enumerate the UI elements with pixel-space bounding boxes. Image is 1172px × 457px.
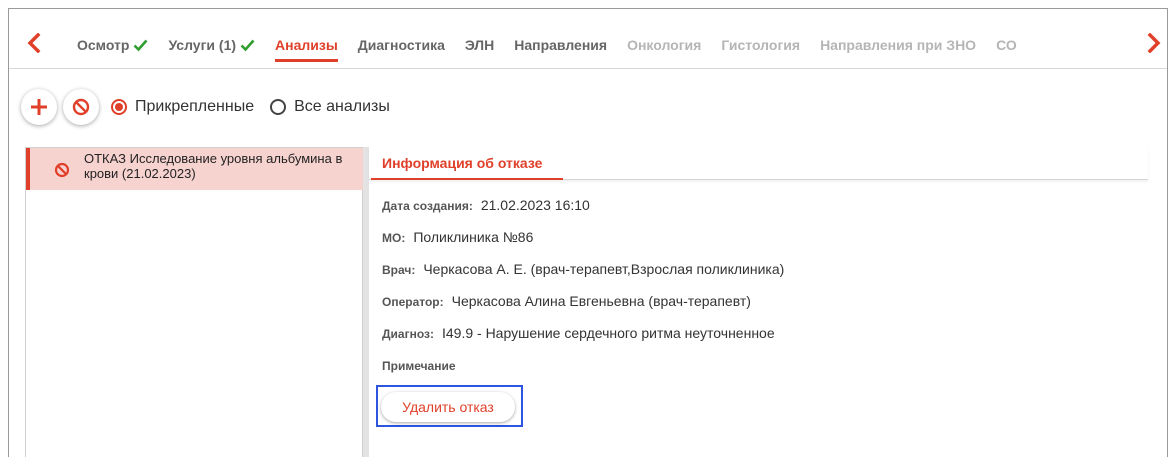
tab-napravleniya[interactable]: Направления xyxy=(514,37,607,63)
panel-header: Информация об отказе xyxy=(369,147,1148,180)
checkmark-icon xyxy=(133,38,148,52)
tab-label: Гистология xyxy=(721,37,801,53)
tab-label: Онкология xyxy=(627,37,702,53)
analysis-list: ОТКАЗ Исследование уровня альбумина в кр… xyxy=(25,147,363,457)
add-button[interactable] xyxy=(21,89,57,125)
doctor-label: Врач: xyxy=(382,263,416,277)
toolbar: Прикрепленные Все анализы xyxy=(21,89,390,125)
plus-icon xyxy=(31,99,47,115)
tab-onkologiya[interactable]: Онкология xyxy=(627,37,701,63)
tab-uslugi[interactable]: Услуги (1) xyxy=(168,37,255,63)
refuse-button[interactable] xyxy=(63,89,99,125)
note-label: Примечание xyxy=(382,359,456,373)
tab-label: ЭЛН xyxy=(464,37,495,53)
mo-label: МО: xyxy=(382,231,406,245)
chevron-right-icon[interactable] xyxy=(1147,33,1161,53)
tab-bar: Осмотр Услуги (1) Анализы Диагностика ЭЛ… xyxy=(9,9,1167,69)
tab-label: Направления xyxy=(514,37,608,53)
filter-all-label: Все анализы xyxy=(294,98,390,115)
tab-label: Услуги (1) xyxy=(168,37,237,53)
tab-so[interactable]: СО xyxy=(996,37,1017,63)
list-item-text: ОТКАЗ Исследование уровня альбумина в кр… xyxy=(84,151,343,181)
tab-analizy[interactable]: Анализы xyxy=(275,37,338,63)
tab-bar-divider xyxy=(9,68,1167,69)
filter-attached-label: Прикрепленные xyxy=(135,98,255,115)
checkmark-icon xyxy=(240,38,255,52)
filter-attached-radio[interactable]: Прикрепленные xyxy=(111,98,254,116)
panel-title: Информация об отказе xyxy=(382,155,543,171)
tab-label: Диагностика xyxy=(357,37,445,53)
tab-gistologiya[interactable]: Гистология xyxy=(721,37,800,63)
radio-circle xyxy=(270,99,287,115)
ban-icon xyxy=(54,162,70,178)
created-field: Дата создания: 21.02.2023 16:10 xyxy=(382,197,590,213)
tab-label: Направления при ЗНО xyxy=(820,37,977,53)
tab-osmotr[interactable]: Осмотр xyxy=(77,37,148,63)
tab-label: Анализы xyxy=(275,37,338,53)
operator-value: Черкасова Алина Евгеньевна (врач-терапев… xyxy=(451,293,751,309)
chevron-left-icon[interactable] xyxy=(27,33,41,53)
tab-label: СО xyxy=(996,37,1017,53)
ban-icon xyxy=(72,98,90,116)
filter-all-radio[interactable]: Все анализы xyxy=(270,98,390,116)
doctor-value: Черкасова А. Е. (врач-терапевт,Взрослая … xyxy=(423,261,785,277)
created-label: Дата создания: xyxy=(382,199,473,213)
operator-label: Оператор: xyxy=(382,295,444,309)
tab-label: Осмотр xyxy=(77,37,130,53)
mo-value: Поликлиника №86 xyxy=(413,229,534,245)
radio-circle xyxy=(111,99,127,115)
tab-eln[interactable]: ЭЛН xyxy=(465,37,494,63)
title-underline xyxy=(371,178,563,180)
diagnosis-value: I49.9 - Нарушение сердечного ритма неуто… xyxy=(441,325,775,341)
operator-field: Оператор: Черкасова Алина Евгеньевна (вра… xyxy=(382,293,751,309)
tabs: Осмотр Услуги (1) Анализы Диагностика ЭЛ… xyxy=(77,37,1037,63)
window-frame: Осмотр Услуги (1) Анализы Диагностика ЭЛ… xyxy=(8,8,1168,457)
doctor-field: Врач: Черкасова А. Е. (врач-терапевт,Взро… xyxy=(382,261,784,277)
diagnosis-label: Диагноз: xyxy=(382,327,434,341)
list-item[interactable]: ОТКАЗ Исследование уровня альбумина в кр… xyxy=(26,148,363,190)
tab-diagnostika[interactable]: Диагностика xyxy=(358,37,445,63)
mo-field: МО: Поликлиника №86 xyxy=(382,229,533,245)
delete-refusal-button[interactable]: Удалить отказ xyxy=(381,392,515,422)
diagnosis-field: Диагноз: I49.9 - Нарушение сердечного рит… xyxy=(382,325,775,341)
created-value: 21.02.2023 16:10 xyxy=(480,197,590,213)
tab-napravleniya-zno[interactable]: Направления при ЗНО xyxy=(820,37,976,63)
refusal-info-panel: Информация об отказе Дата создания: 21.02… xyxy=(369,147,1148,457)
